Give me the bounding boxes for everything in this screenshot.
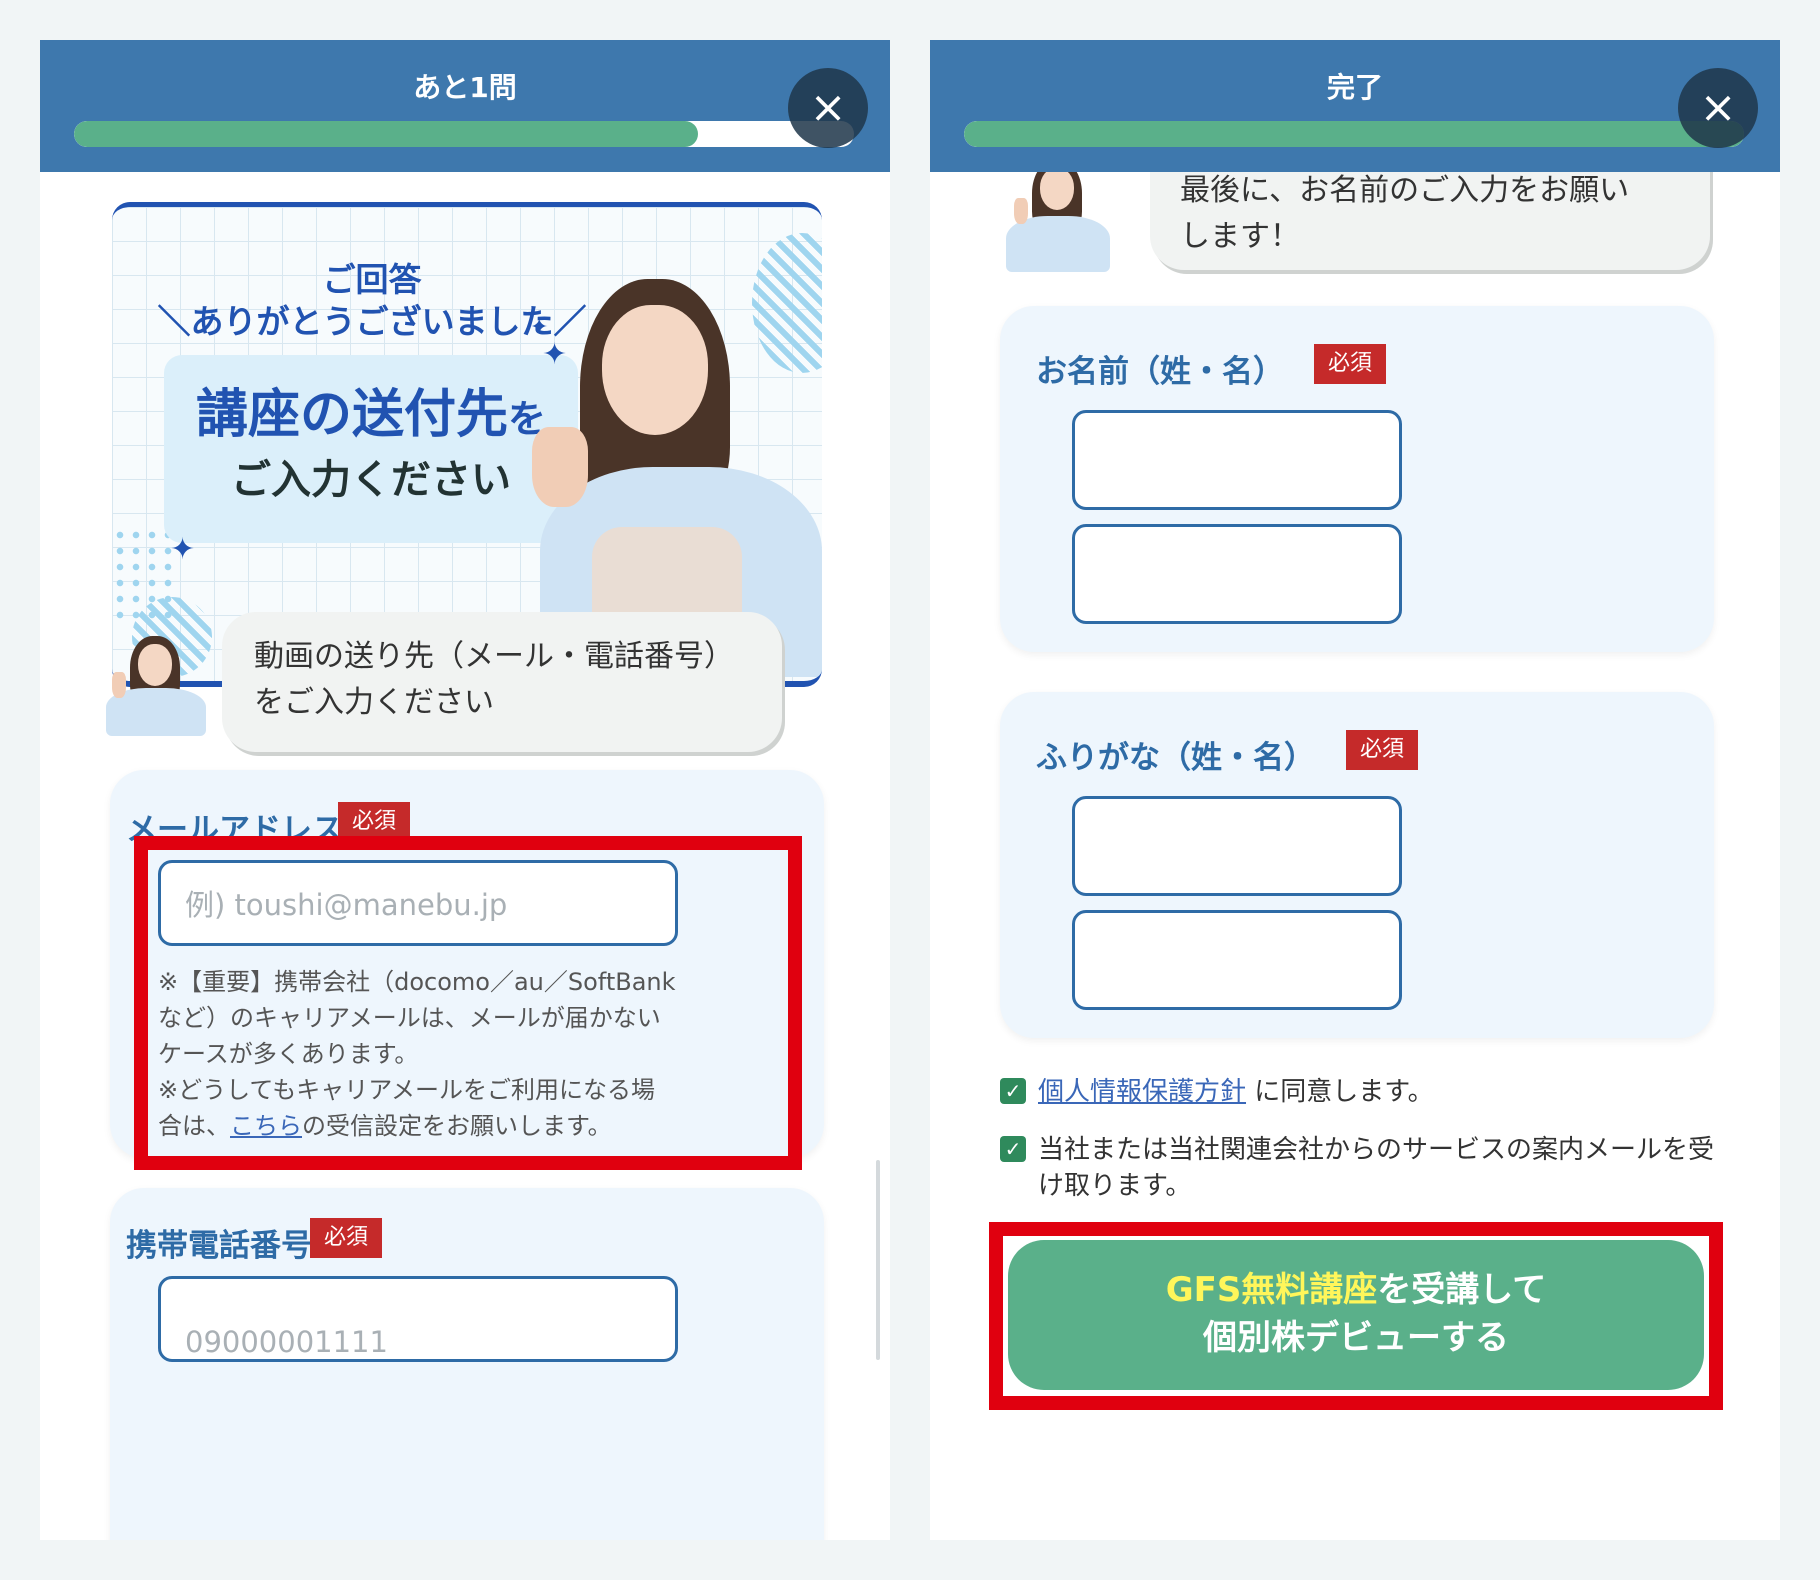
header: 完了 × — [930, 40, 1780, 172]
last-name-kana-input[interactable] — [1072, 796, 1402, 896]
sparkle-icon: ✦ — [170, 532, 196, 567]
banner-sub-text: ご入力ください — [231, 457, 511, 503]
required-badge: 必須 — [1314, 344, 1387, 384]
right-screen: 完了 × 最後に、お名前のご入力をお願い します！ お名前（姓・名） 必須 ふり… — [930, 40, 1780, 1540]
banner-main-text: 講座の送付先を — [164, 385, 578, 449]
carrier-mail-note: ※【重要】携帯会社（docomo／au／SoftBankなど）のキャリアメールは… — [158, 968, 676, 1068]
kana-label: ふりがな（姓・名） — [1036, 740, 1315, 776]
phone-input[interactable]: 09000001111 — [158, 1276, 678, 1362]
progress-fill — [964, 121, 1744, 147]
receive-settings-note: ※どうしてもキャリアメールをご利用になる場合は、こちらの受信設定をお願いします。 — [158, 1072, 678, 1144]
progress-bar — [74, 121, 854, 147]
settings-link[interactable]: こちら — [230, 1112, 302, 1140]
service-mail-row: ✓ 当社または当社関連会社からのサービスの案内メールを受け取ります。 — [1000, 1132, 1720, 1204]
first-name-kana-input[interactable] — [1072, 910, 1402, 1010]
privacy-consent-row: ✓ 個人情報保護方針 に同意します。 — [1000, 1074, 1720, 1110]
bubble-line-1: 最後に、お名前のご入力をお願い — [1180, 173, 1630, 208]
header-title: あと1問 — [413, 71, 517, 104]
banner-main-a: 講座の送付先 — [195, 385, 508, 445]
required-badge: 必須 — [310, 1218, 383, 1258]
cta-highlight-text: GFS無料講座 — [1165, 1270, 1378, 1310]
cta-line-2: 個別株デビューする — [1203, 1318, 1509, 1358]
close-icon[interactable]: × — [788, 68, 868, 148]
phone-label: 携帯電話番号 — [126, 1228, 312, 1264]
banner-message-box: 講座の送付先を ご入力ください — [164, 355, 578, 543]
close-icon[interactable]: × — [1678, 68, 1758, 148]
checkbox-icon[interactable]: ✓ — [1000, 1078, 1026, 1104]
header: あと1問 × — [40, 40, 890, 172]
checkbox-icon[interactable]: ✓ — [1000, 1136, 1026, 1162]
privacy-consent-text: に同意します。 — [1254, 1077, 1434, 1107]
privacy-policy-link[interactable]: 個人情報保護方針 — [1038, 1077, 1246, 1107]
required-badge: 必須 — [1346, 730, 1419, 770]
note-text: の受信設定をお願いします。 — [302, 1112, 612, 1140]
scrollbar[interactable] — [876, 1160, 880, 1360]
submit-button[interactable]: GFS無料講座を受講して 個別株デビューする — [1008, 1240, 1704, 1390]
first-name-input[interactable] — [1072, 524, 1402, 624]
service-mail-text: 当社または当社関連会社からのサービスの案内メールを受け取ります。 — [1038, 1135, 1715, 1201]
avatar — [100, 636, 210, 736]
name-label: お名前（姓・名） — [1036, 354, 1284, 390]
header-title: 完了 — [1326, 71, 1383, 104]
bubble-line-2: します！ — [1180, 219, 1300, 254]
bubble-text: 動画の送り先（メール・電話番号）をご入力ください — [254, 639, 719, 720]
bubble-text: 最後に、お名前のご入力をお願い します！ — [1180, 168, 1680, 260]
speech-bubble: 動画の送り先（メール・電話番号）をご入力ください — [222, 612, 782, 752]
email-input[interactable]: 例) toushi@manebu.jp — [158, 860, 678, 946]
cta-text: を受講して — [1377, 1270, 1547, 1310]
avatar — [1000, 160, 1112, 272]
last-name-input[interactable] — [1072, 410, 1402, 510]
progress-fill — [74, 121, 698, 147]
progress-bar — [964, 121, 1744, 147]
left-screen: あと1問 × ご回答 ＼ありがとうございました／ 講座の送付先を ご入力ください… — [40, 40, 890, 1540]
